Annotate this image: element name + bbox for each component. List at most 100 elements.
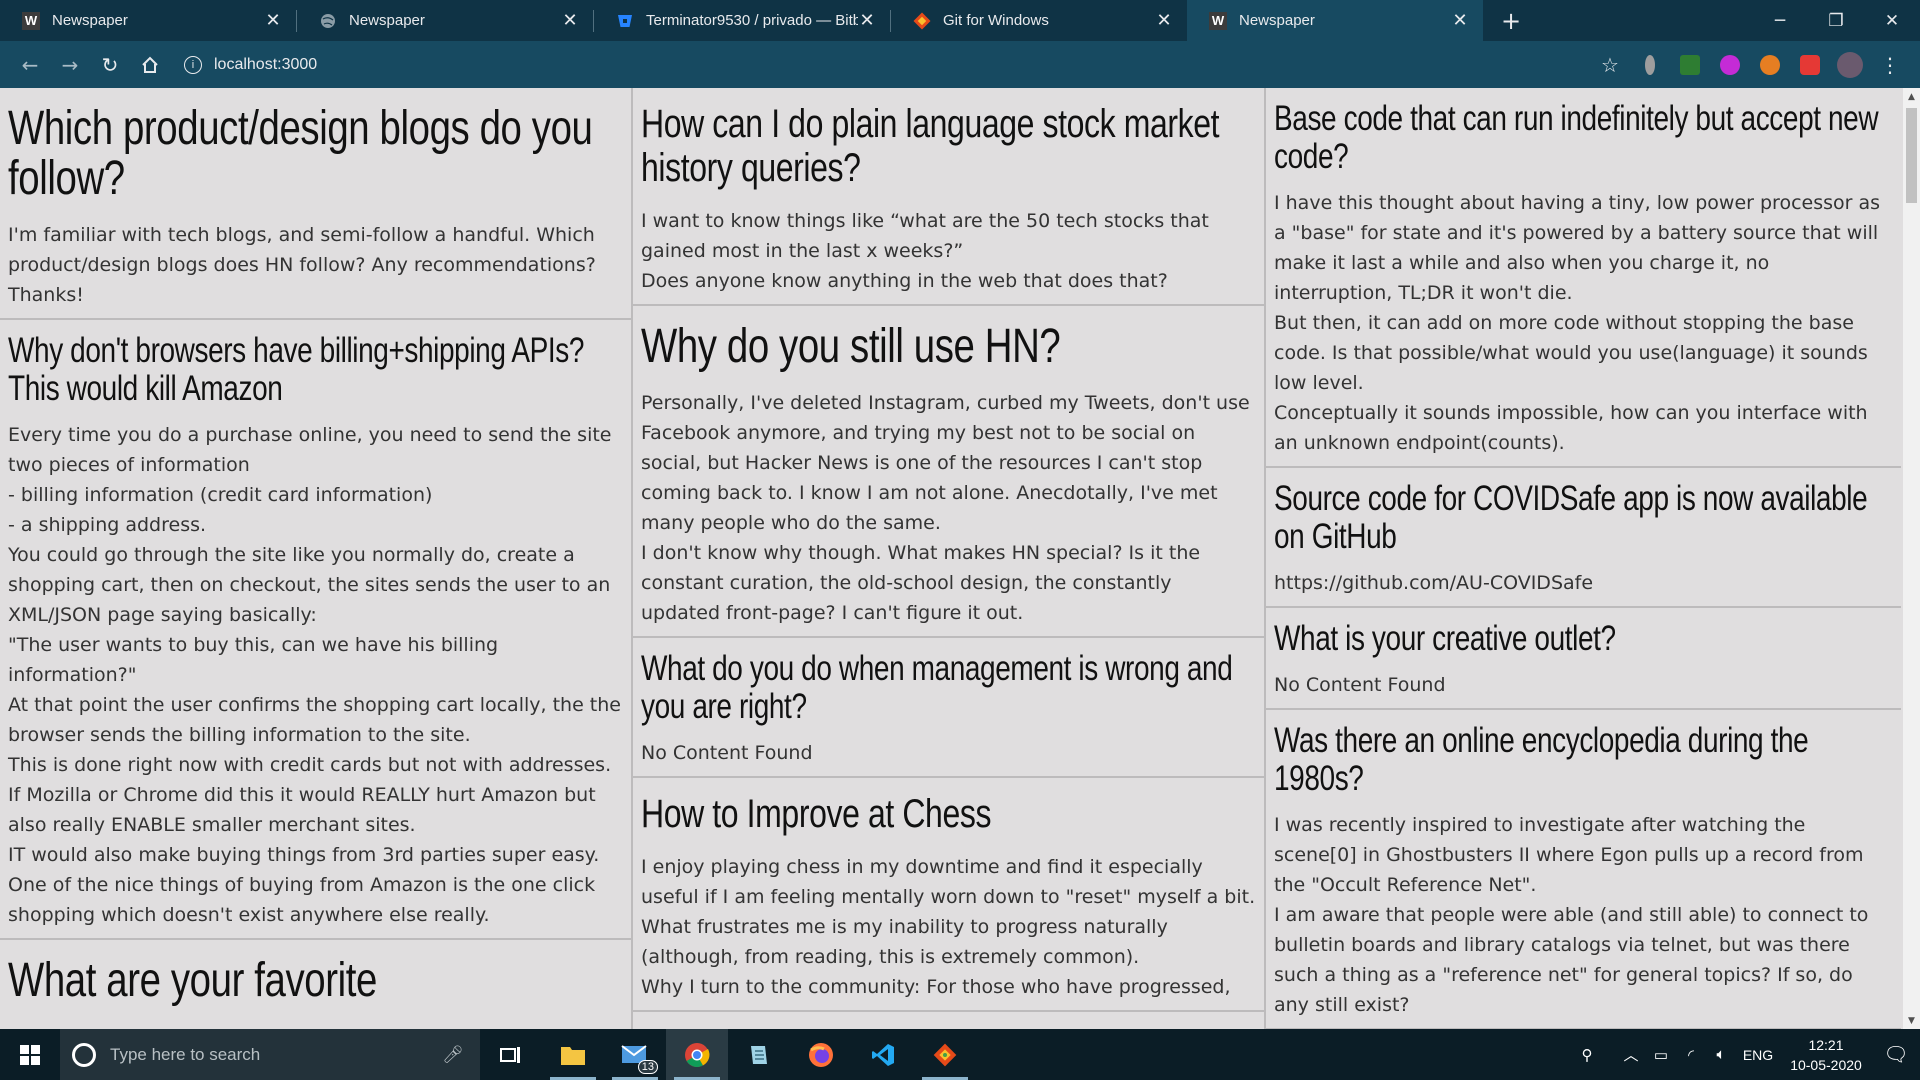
story-body: No Content Found (641, 742, 813, 764)
extension-icon[interactable] (1670, 45, 1710, 85)
close-window-icon[interactable]: ✕ (1864, 0, 1920, 41)
browser-tab[interactable]: W Newspaper ✕ (0, 0, 296, 41)
language-indicator[interactable]: ENG (1736, 1047, 1780, 1063)
file-explorer-icon[interactable] (542, 1029, 604, 1080)
story-title[interactable]: Source code for COVIDSafe app is now ava… (1274, 480, 1893, 556)
extension-icon[interactable] (1750, 45, 1790, 85)
extension-badge (1800, 54, 1820, 75)
browser-tab[interactable]: Terminator9530 / privado — Bitb ✕ (594, 0, 890, 41)
story-title[interactable]: Base code that can run indefinitely but … (1274, 100, 1893, 176)
windows-start-icon[interactable] (0, 1029, 60, 1080)
wikipedia-w-icon: W (22, 11, 40, 30)
close-tab-icon[interactable]: ✕ (561, 10, 579, 31)
volume-icon[interactable]: 🔈︎ (1706, 1046, 1736, 1063)
scroll-up-icon[interactable]: ▲ (1903, 88, 1920, 105)
story-card: How to Improve at Chess I enjoy playing c… (633, 778, 1264, 1012)
story-card: Source code for COVIDSafe app is now ava… (1266, 468, 1901, 608)
git-gui-icon[interactable] (914, 1029, 976, 1080)
globe-icon (319, 12, 337, 30)
browser-toolbar: ← → ↻ i localhost:3000 ☆ ⋮ (0, 41, 1920, 88)
minimize-icon[interactable]: ─ (1752, 0, 1808, 41)
url-text: localhost:3000 (214, 55, 318, 73)
scroll-thumb[interactable] (1906, 108, 1917, 203)
close-tab-icon[interactable]: ✕ (1155, 10, 1173, 31)
info-icon[interactable]: i (184, 55, 202, 74)
mail-badge: 13 (637, 1060, 658, 1074)
clock[interactable]: 12:21 10-05-2020 (1780, 1035, 1872, 1075)
close-tab-icon[interactable]: ✕ (1451, 10, 1469, 31)
forward-arrow-icon[interactable]: → (50, 45, 90, 85)
bookmark-star-icon[interactable]: ☆ (1590, 45, 1630, 85)
story-title[interactable]: Why do you still use HN? (641, 322, 1256, 372)
tab-title: Git for Windows (943, 12, 1049, 29)
story-body: https://github.com/AU-COVIDSafe (1274, 572, 1594, 594)
tab-title: Newspaper (52, 12, 128, 29)
story-card: How can I do plain language stock market… (633, 88, 1264, 306)
chrome-icon[interactable] (666, 1029, 728, 1080)
menu-dots-icon[interactable]: ⋮ (1870, 45, 1910, 85)
story-card: Why don't browsers have billing+shipping… (0, 320, 631, 940)
story-column: Which product/design blogs do you follow… (0, 88, 633, 1029)
search-placeholder: Type here to search (110, 1044, 261, 1064)
task-view-icon[interactable] (480, 1029, 542, 1080)
close-tab-icon[interactable]: ✕ (858, 10, 876, 31)
story-card: Base code that can run indefinitely but … (1266, 88, 1901, 468)
tab-title: Newspaper (349, 12, 425, 29)
extension-icon[interactable] (1630, 45, 1670, 85)
people-icon[interactable]: ⚲ (1572, 1046, 1602, 1064)
story-card: Was there an online encyclopedia during … (1266, 710, 1901, 1029)
notification-center-icon[interactable]: 🗨︎ (1872, 1042, 1920, 1067)
firefox-icon[interactable] (790, 1029, 852, 1080)
wikipedia-w-icon: W (1209, 11, 1227, 30)
taskbar-search-box[interactable]: Type here to search 🎤︎ (60, 1029, 480, 1080)
browser-tab[interactable]: Newspaper ✕ (297, 0, 593, 41)
close-tab-icon[interactable]: ✕ (264, 10, 282, 31)
story-title[interactable]: Why don't browsers have billing+shipping… (8, 332, 623, 408)
tab-title: Terminator9530 / privado — Bitb (646, 12, 858, 29)
mail-icon[interactable]: 13 (604, 1029, 666, 1080)
scroll-down-icon[interactable]: ▼ (1903, 1012, 1920, 1029)
microphone-icon[interactable]: 🎤︎ (442, 1045, 464, 1065)
story-body: I want to know things like “what are the… (641, 210, 1209, 292)
clock-date: 10-05-2020 (1790, 1056, 1862, 1073)
back-arrow-icon[interactable]: ← (10, 45, 50, 85)
tab-title: Newspaper (1239, 12, 1315, 29)
git-icon (913, 12, 931, 30)
story-card: Why do you still use HN? Personally, I've… (633, 306, 1264, 638)
extension-badge (1760, 54, 1780, 75)
extension-icon[interactable] (1710, 45, 1750, 85)
extension-badge (1645, 54, 1655, 75)
notepad-icon[interactable] (728, 1029, 790, 1080)
story-card: What are your favorite (0, 940, 631, 1029)
profile-avatar[interactable] (1830, 45, 1870, 85)
reload-icon[interactable]: ↻ (90, 45, 130, 85)
system-tray: ⚲ ︿ ▭ ◜ 🔈︎ ENG 12:21 10-05-2020 🗨︎ (1572, 1035, 1920, 1075)
browser-tab[interactable]: Git for Windows ✕ (891, 0, 1187, 41)
story-title[interactable]: Was there an online encyclopedia during … (1274, 722, 1893, 798)
story-body: I enjoy playing chess in my downtime and… (641, 856, 1256, 998)
wifi-icon[interactable]: ◜ (1676, 1046, 1706, 1064)
new-tab-button[interactable]: + (1491, 0, 1531, 41)
extension-icon[interactable] (1790, 45, 1830, 85)
browser-tab-active[interactable]: W Newspaper ✕ (1187, 0, 1483, 41)
story-title[interactable]: How to Improve at Chess (641, 792, 1256, 836)
story-title[interactable]: Which product/design blogs do you follow… (8, 104, 623, 204)
tray-chevron-icon[interactable]: ︿ (1616, 1044, 1646, 1065)
page-scrollbar[interactable]: ▲ ▼ (1903, 88, 1920, 1029)
extension-badge (1720, 54, 1740, 75)
story-title[interactable]: What are your favorite (8, 956, 623, 1006)
story-column: How can I do plain language stock market… (633, 88, 1266, 1029)
vscode-icon[interactable] (852, 1029, 914, 1080)
newspaper-page: Which product/design blogs do you follow… (0, 88, 1903, 1029)
restore-icon[interactable]: ❐ (1808, 0, 1864, 41)
story-column: Base code that can run indefinitely but … (1266, 88, 1901, 1029)
story-title[interactable]: How can I do plain language stock market… (641, 102, 1256, 190)
story-title[interactable]: What is your creative outlet? (1274, 620, 1893, 658)
home-icon[interactable] (130, 45, 170, 85)
story-title[interactable]: What do you do when management is wrong … (641, 650, 1256, 726)
battery-icon[interactable]: ▭ (1646, 1046, 1676, 1064)
story-body: I'm familiar with tech blogs, and semi-f… (8, 224, 596, 306)
story-body: Personally, I've deleted Instagram, curb… (641, 392, 1250, 624)
address-bar[interactable]: i localhost:3000 (170, 47, 1590, 83)
story-body: I have this thought about having a tiny,… (1274, 192, 1881, 454)
